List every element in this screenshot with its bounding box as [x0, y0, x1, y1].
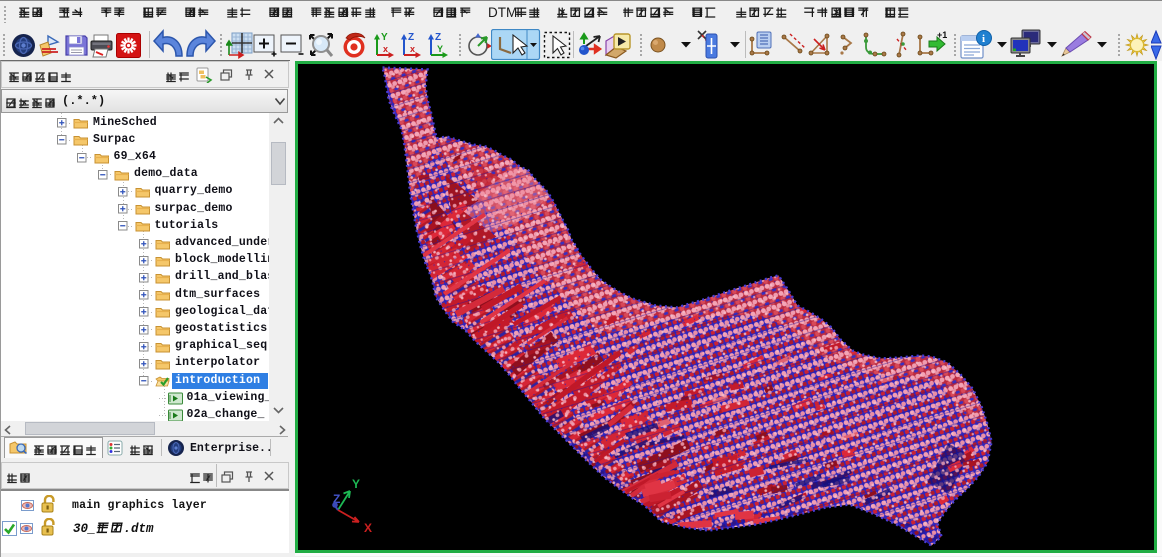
svg-text:X: X	[364, 521, 372, 535]
svg-text:x: x	[410, 44, 415, 54]
svg-text:i: i	[982, 33, 985, 45]
svg-text:Y: Y	[352, 477, 360, 491]
svg-text:Y: Y	[437, 44, 443, 54]
svg-text:Z: Z	[435, 32, 441, 43]
svg-text:+1: +1	[937, 30, 947, 40]
svg-text:x: x	[383, 44, 388, 54]
svg-text:Y: Y	[381, 32, 388, 43]
svg-text:Z: Z	[408, 32, 414, 43]
